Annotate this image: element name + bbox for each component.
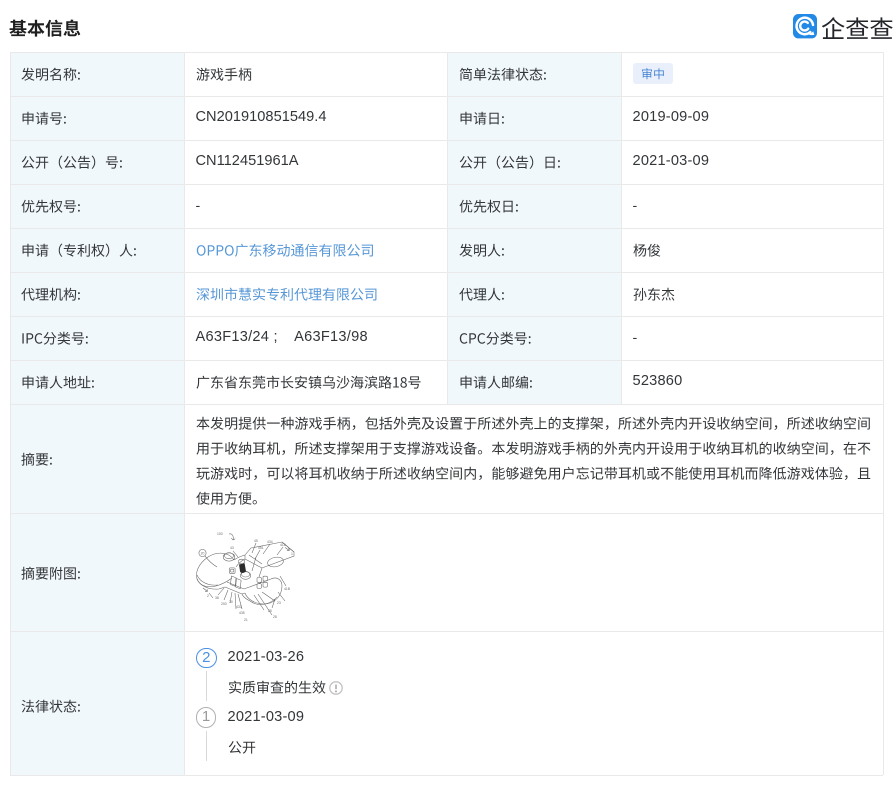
svg-text:25: 25 xyxy=(268,609,272,613)
svg-text:100: 100 xyxy=(217,532,223,536)
svg-text:41A: 41A xyxy=(280,543,287,547)
svg-text:2: 2 xyxy=(207,594,209,598)
svg-text:434: 434 xyxy=(267,540,273,544)
svg-text:28: 28 xyxy=(273,615,277,619)
svg-text:20: 20 xyxy=(201,551,205,555)
svg-text:30: 30 xyxy=(229,600,233,604)
svg-text:21: 21 xyxy=(244,618,248,622)
svg-text:41B: 41B xyxy=(284,587,291,591)
svg-text:433: 433 xyxy=(236,605,242,609)
svg-text:200: 200 xyxy=(221,602,227,606)
svg-text:451: 451 xyxy=(258,546,264,550)
svg-text:43: 43 xyxy=(230,546,234,550)
svg-text:45: 45 xyxy=(254,539,258,543)
svg-text:38: 38 xyxy=(215,596,219,600)
svg-text:23: 23 xyxy=(277,601,281,605)
svg-text:435: 435 xyxy=(239,611,245,615)
svg-text:1: 1 xyxy=(291,552,293,556)
